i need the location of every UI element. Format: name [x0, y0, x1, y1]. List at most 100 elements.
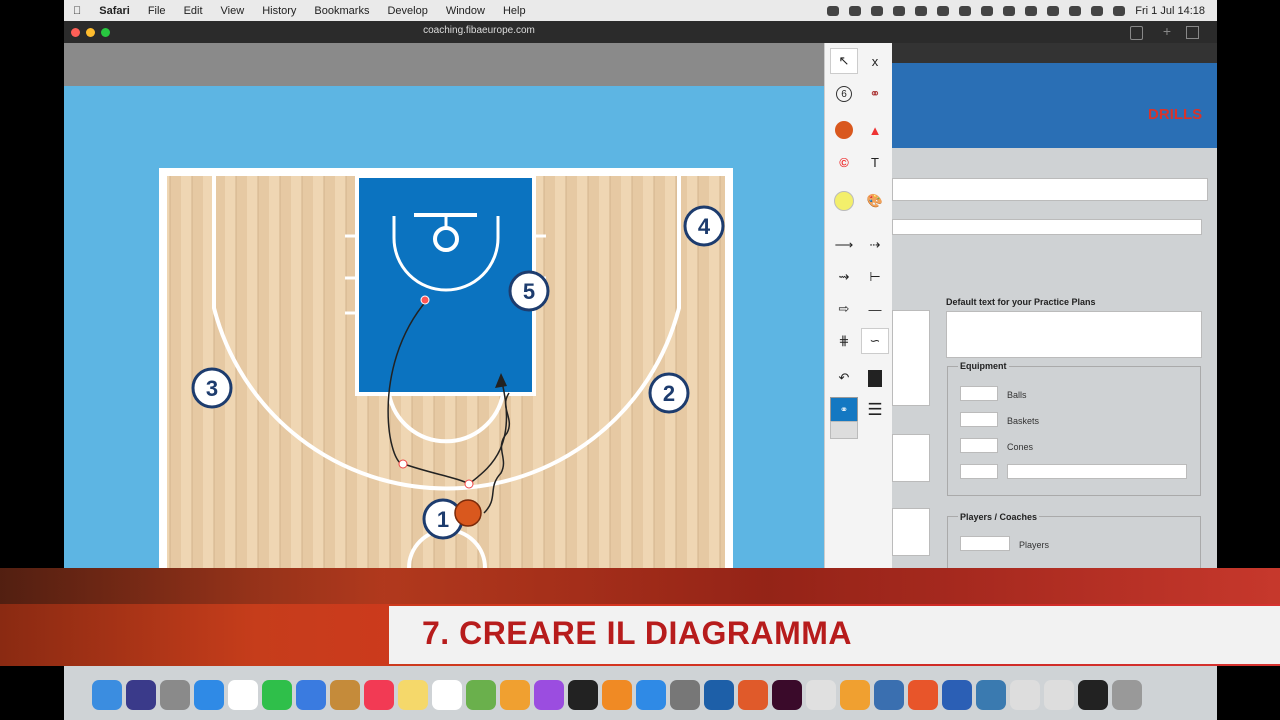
cone-tool[interactable]: ▲	[861, 117, 889, 143]
tv-icon[interactable]	[568, 680, 598, 710]
mail-icon[interactable]	[296, 680, 326, 710]
ball-icon[interactable]	[454, 499, 482, 527]
subtitle-input[interactable]	[892, 219, 1202, 235]
slides-icon[interactable]	[908, 680, 938, 710]
palette-tool[interactable]: 🎨	[861, 188, 889, 214]
search-icon[interactable]	[1069, 5, 1082, 16]
volume-icon[interactable]	[959, 5, 972, 16]
menu-history[interactable]: History	[253, 5, 305, 17]
player-3[interactable]: 3	[191, 367, 233, 409]
player-2[interactable]: 2	[648, 372, 690, 414]
screen-tool[interactable]: ⊢	[861, 264, 889, 290]
share-icon[interactable]	[1130, 26, 1143, 40]
record-icon[interactable]	[827, 5, 840, 16]
handoff-tool[interactable]: ⋕	[830, 328, 858, 354]
bluetooth-icon[interactable]	[1003, 5, 1016, 16]
other-qty-input[interactable]	[960, 464, 998, 479]
screensnap-icon[interactable]	[874, 680, 904, 710]
location-icon[interactable]	[893, 5, 906, 16]
photos-icon[interactable]	[500, 680, 530, 710]
menu-file[interactable]: File	[139, 5, 175, 17]
dashed-pass-tool[interactable]: ⇢	[861, 232, 889, 258]
siri-icon[interactable]	[126, 680, 156, 710]
menu-window[interactable]: Window	[437, 5, 494, 17]
zoom-window-button[interactable]	[101, 28, 110, 37]
players-input[interactable]	[960, 536, 1010, 551]
menu-bookmarks[interactable]: Bookmarks	[305, 5, 378, 17]
side-textarea-3[interactable]	[892, 508, 930, 556]
calendar-icon[interactable]	[228, 680, 258, 710]
cast-icon[interactable]	[871, 5, 884, 16]
menu-tool[interactable]: ☰	[861, 397, 889, 423]
menu-view[interactable]: View	[212, 5, 254, 17]
contacts-icon[interactable]	[330, 680, 360, 710]
wifi-icon[interactable]	[1047, 5, 1060, 16]
defender-tool[interactable]: ⚭	[861, 81, 889, 107]
new-tab-icon[interactable]: +	[1163, 23, 1171, 39]
hollow-arrow-tool[interactable]: ⇨	[830, 296, 858, 322]
address-bar[interactable]: coaching.fibaeurope.com	[404, 25, 554, 36]
undo-button[interactable]: ↶	[830, 365, 858, 391]
curve-tool[interactable]: ∽	[861, 328, 889, 354]
siri-menu-icon[interactable]	[1113, 5, 1126, 16]
arrow-move-tool[interactable]: ⟶	[830, 232, 858, 258]
keyboard-icon[interactable]	[981, 5, 994, 16]
half-court-tool[interactable]: ⚭	[830, 397, 858, 423]
menu-help[interactable]: Help	[494, 5, 535, 17]
music-icon[interactable]	[364, 680, 394, 710]
player-5[interactable]: 5	[508, 270, 550, 312]
path-node[interactable]	[420, 295, 430, 305]
menu-edit[interactable]: Edit	[175, 5, 212, 17]
control-center-icon[interactable]	[1091, 5, 1104, 16]
delete-button[interactable]	[861, 365, 889, 391]
other-equipment-input[interactable]	[1007, 464, 1187, 479]
player-4[interactable]: 4	[683, 205, 725, 247]
color-tool[interactable]	[830, 188, 858, 214]
maps-icon[interactable]	[466, 680, 496, 710]
display-icon[interactable]	[937, 5, 950, 16]
cones-input[interactable]	[960, 438, 998, 453]
fibadrill-icon[interactable]	[704, 680, 734, 710]
baskets-input[interactable]	[960, 412, 998, 427]
close-tool[interactable]: x	[861, 48, 889, 74]
full-court-tool[interactable]	[830, 421, 858, 439]
books-icon[interactable]	[602, 680, 632, 710]
safari-icon[interactable]	[194, 680, 224, 710]
tab-overview-icon[interactable]	[1186, 26, 1199, 39]
menu-app-safari[interactable]: Safari	[90, 5, 139, 17]
notes-icon[interactable]	[398, 680, 428, 710]
select-tool[interactable]: ↖	[830, 48, 858, 74]
coach-tool[interactable]: ©	[830, 149, 858, 175]
pencil-icon[interactable]	[840, 680, 870, 710]
facetime-icon[interactable]	[262, 680, 292, 710]
app-icon[interactable]	[1078, 680, 1108, 710]
text-tool[interactable]: T	[861, 149, 889, 175]
title-input[interactable]	[892, 178, 1208, 201]
preferences-icon[interactable]	[670, 680, 700, 710]
trash-icon[interactable]	[1112, 680, 1142, 710]
side-textarea-2[interactable]	[892, 434, 930, 482]
appstore-icon[interactable]	[636, 680, 666, 710]
word-icon[interactable]	[942, 680, 972, 710]
path-node[interactable]	[398, 459, 408, 469]
dribble-tool[interactable]: ⇝	[830, 264, 858, 290]
close-window-button[interactable]	[71, 28, 80, 37]
clock[interactable]: Fri 1 Jul 14:18	[1135, 5, 1205, 17]
indesign-icon[interactable]	[772, 680, 802, 710]
line-tool[interactable]: —	[861, 296, 889, 322]
podcasts-icon[interactable]	[534, 680, 564, 710]
folder-icon[interactable]	[1010, 680, 1040, 710]
chrome-icon[interactable]	[806, 680, 836, 710]
rocket-icon[interactable]	[738, 680, 768, 710]
minimize-window-button[interactable]	[86, 28, 95, 37]
network-icon[interactable]	[976, 680, 1006, 710]
balls-input[interactable]	[960, 386, 998, 401]
folder-icon-2[interactable]	[1044, 680, 1074, 710]
play-icon[interactable]	[915, 5, 928, 16]
default-text-textarea[interactable]	[946, 311, 1202, 358]
menu-develop[interactable]: Develop	[378, 5, 436, 17]
basketball-court[interactable]: 4 5 3 2 1	[159, 168, 733, 568]
battery-icon[interactable]	[1025, 5, 1038, 16]
screen-icon[interactable]	[849, 5, 862, 16]
apple-icon[interactable]: 	[64, 5, 90, 17]
